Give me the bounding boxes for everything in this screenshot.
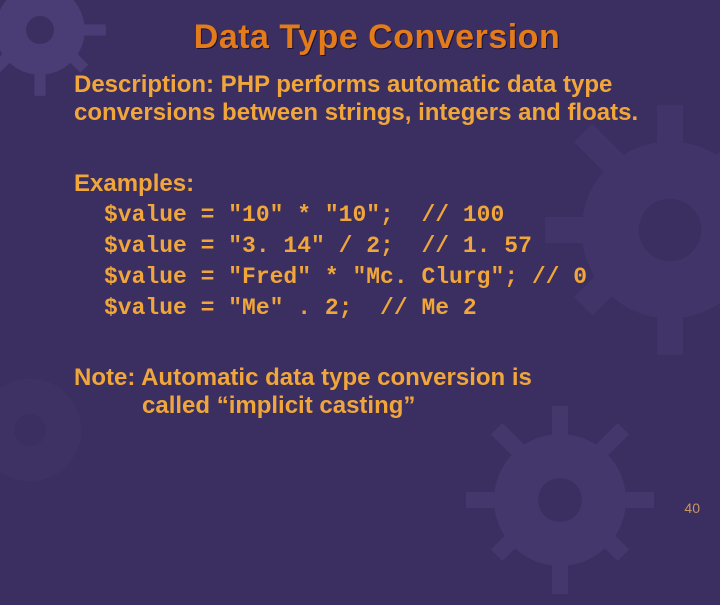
slide-content: Data Type Conversion Description: PHP pe… xyxy=(0,0,720,540)
note-text: Note: Automatic data type conversion is … xyxy=(74,364,680,421)
code-line: $value = "3. 14" / 2; // 1. 57 xyxy=(104,233,532,259)
page-number: 40 xyxy=(684,500,700,516)
slide-title: Data Type Conversion xyxy=(74,18,680,57)
description-text: Description: PHP performs automatic data… xyxy=(74,71,680,128)
note-line: called “implicit casting” xyxy=(74,392,415,419)
code-block: $value = "10" * "10"; // 100 $value = "3… xyxy=(74,200,680,324)
examples-label: Examples: xyxy=(74,170,680,198)
code-line: $value = "Me" . 2; // Me 2 xyxy=(104,295,477,321)
code-line: $value = "Fred" * "Mc. Clurg"; // 0 xyxy=(104,264,587,290)
note-line: Note: Automatic data type conversion is xyxy=(74,364,532,391)
code-line: $value = "10" * "10"; // 100 xyxy=(104,202,504,228)
